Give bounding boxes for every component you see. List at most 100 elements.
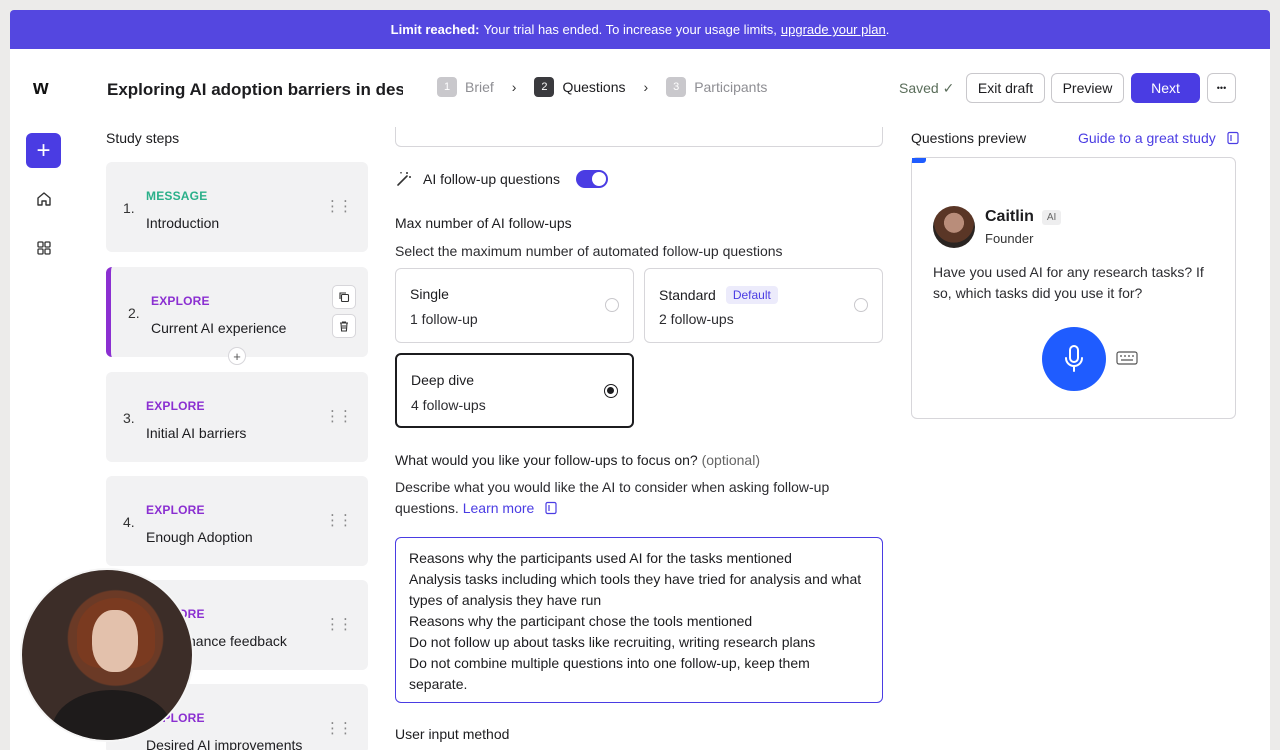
focus-line: Do not follow up about tasks like recrui… <box>409 634 816 650</box>
step-card-number: 1. <box>123 200 135 216</box>
step-number: 2 <box>534 77 555 97</box>
step-card-number: 3. <box>123 410 135 426</box>
question-preview-card: Caitlin AI Founder Have you used AI for … <box>911 157 1236 419</box>
focus-line: Analysis tasks including which tools the… <box>409 571 862 587</box>
banner-bold: Limit reached: <box>390 22 480 37</box>
focus-desc: Describe what you would like the AI to c… <box>395 477 883 519</box>
default-badge: Default <box>725 286 778 304</box>
option-deep-dive[interactable]: Deep dive 4 follow-ups <box>395 353 634 428</box>
focus-desc-line: questions. <box>395 500 459 516</box>
focus-label-text: What would you like your follow-ups to f… <box>395 452 698 468</box>
previous-field-bottom <box>395 127 883 147</box>
step-card-2[interactable]: 2. EXPLORE Current AI experience <box>106 267 368 357</box>
option-standard[interactable]: Standard Default 2 follow-ups <box>644 268 883 343</box>
video-face <box>92 610 138 672</box>
add-step-button[interactable]: + <box>228 347 246 365</box>
step-card-name: Current AI experience <box>151 320 287 336</box>
step-label: Questions <box>562 79 626 95</box>
wizard-steps: 1 Brief › 2 Questions › 3 Participants <box>437 77 767 97</box>
ai-followups-row: AI follow-up questions <box>395 170 608 188</box>
guide-link[interactable]: Guide to a great study <box>1078 130 1240 146</box>
new-study-button[interactable]: + <box>26 133 61 168</box>
guide-link-text: Guide to a great study <box>1078 130 1216 146</box>
interviewer-name-text: Caitlin <box>985 208 1034 225</box>
step-card-number: 2. <box>128 305 140 321</box>
home-icon[interactable] <box>32 187 56 211</box>
preview-button[interactable]: Preview <box>1051 73 1124 103</box>
trash-icon[interactable] <box>332 314 356 338</box>
keyboard-icon[interactable] <box>1116 351 1138 365</box>
option-sub: 2 follow-ups <box>659 311 734 327</box>
study-steps-title: Study steps <box>106 130 180 146</box>
interviewer-name: Caitlin AI <box>985 208 1062 226</box>
step-label: Participants <box>694 79 768 95</box>
step-card-4[interactable]: 4. EXPLORE Enough Adoption ⋮⋮ <box>106 476 368 566</box>
presenter-video-bubble[interactable] <box>20 568 194 742</box>
step-card-name: Initial AI barriers <box>146 425 247 441</box>
option-sub: 4 follow-ups <box>411 397 486 413</box>
exit-draft-button[interactable]: Exit draft <box>966 73 1045 103</box>
saved-status: Saved ✓ <box>899 80 955 96</box>
step-card-kind: EXPLORE <box>146 503 205 517</box>
chevron-right-icon: › <box>511 79 517 95</box>
focus-line: Do not combine multiple questions into o… <box>409 655 810 671</box>
focus-line: Reasons why the participant chose the to… <box>409 613 753 629</box>
app-window: w + Exploring AI adoption barriers in de… <box>10 49 1270 750</box>
user-input-method-label: User input method <box>395 726 510 742</box>
microphone-icon <box>1065 345 1083 372</box>
optional-tag: (optional) <box>701 452 760 468</box>
step-card-name: Enough Adoption <box>146 529 253 545</box>
step-questions[interactable]: 2 Questions <box>534 77 626 97</box>
banner-tail: . <box>885 22 890 37</box>
radio-standard[interactable] <box>854 298 868 312</box>
next-button[interactable]: Next <box>1131 73 1200 103</box>
drag-handle-icon[interactable]: ⋮⋮ <box>325 197 353 215</box>
option-title: Standard <box>659 287 716 303</box>
step-number: 1 <box>437 77 457 97</box>
focus-label: What would you like your follow-ups to f… <box>395 452 760 468</box>
ai-tag: AI <box>1041 209 1062 225</box>
option-title: Single <box>410 286 449 302</box>
focus-desc-line: Describe what you would like the AI to c… <box>395 479 830 495</box>
option-title: Deep dive <box>411 372 475 388</box>
chevron-right-icon: › <box>643 79 649 95</box>
more-options-button[interactable]: ••• <box>1207 73 1236 103</box>
preview-question: Have you used AI for any research tasks?… <box>933 264 1204 301</box>
avatar <box>933 206 975 248</box>
drag-handle-icon[interactable]: ⋮⋮ <box>325 407 353 425</box>
step-card-kind: EXPLORE <box>151 294 210 308</box>
interviewer-role: Founder <box>985 231 1034 246</box>
trial-limit-banner: Limit reached: Your trial has ended. To … <box>10 10 1270 49</box>
questions-preview-title: Questions preview <box>911 130 1027 146</box>
drag-handle-icon[interactable]: ⋮⋮ <box>325 615 353 633</box>
step-card-number: 4. <box>123 514 135 530</box>
ai-followups-toggle[interactable] <box>575 170 608 188</box>
book-icon[interactable] <box>544 501 558 515</box>
step-brief[interactable]: 1 Brief <box>437 77 494 97</box>
max-followups-label: Max number of AI follow-ups <box>395 215 572 231</box>
step-card-1[interactable]: 1. MESSAGE Introduction ⋮⋮ <box>106 162 368 252</box>
radio-deep-dive[interactable] <box>604 384 618 398</box>
drag-handle-icon[interactable]: ⋮⋮ <box>325 511 353 529</box>
apps-grid-icon[interactable] <box>32 236 56 260</box>
max-followups-desc: Select the maximum number of automated f… <box>395 243 783 259</box>
option-single[interactable]: Single 1 follow-up <box>395 268 634 343</box>
focus-textarea[interactable]: Reasons why the participants used AI for… <box>395 537 883 703</box>
microphone-button[interactable] <box>1042 327 1106 391</box>
focus-line: types of analysis they have run <box>409 592 602 608</box>
drag-handle-icon[interactable]: ⋮⋮ <box>325 719 353 737</box>
upgrade-plan-link[interactable]: upgrade your plan <box>781 22 886 37</box>
step-participants[interactable]: 3 Participants <box>666 77 767 97</box>
banner-text: Your trial has ended. To increase your u… <box>483 22 777 37</box>
study-title[interactable]: Exploring AI adoption barriers in design <box>107 80 403 100</box>
step-card-3[interactable]: 3. EXPLORE Initial AI barriers ⋮⋮ <box>106 372 368 462</box>
app-logo[interactable]: w <box>33 77 49 100</box>
duplicate-icon[interactable] <box>332 285 356 309</box>
radio-single[interactable] <box>605 298 619 312</box>
step-label: Brief <box>465 79 494 95</box>
book-icon <box>1227 131 1239 145</box>
step-number: 3 <box>666 77 687 97</box>
focus-line: Reasons why the participants used AI for… <box>409 550 792 566</box>
learn-more-link[interactable]: Learn more <box>463 500 535 516</box>
video-shirt <box>52 690 172 740</box>
